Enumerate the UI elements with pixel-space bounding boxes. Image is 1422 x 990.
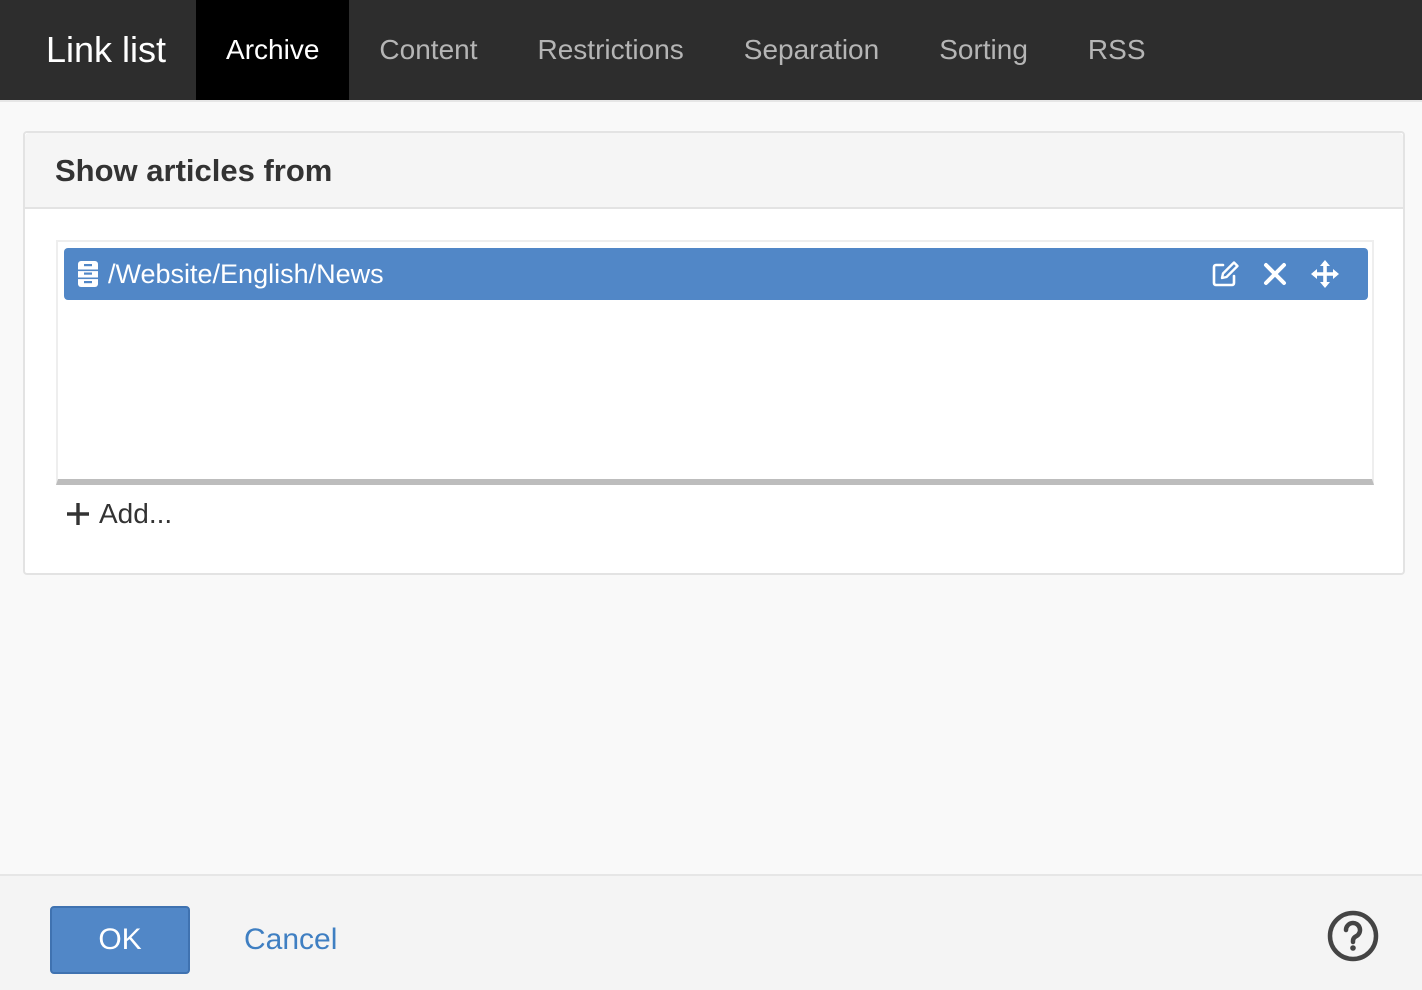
show-articles-panel: Show articles from /Website/English/News	[23, 131, 1405, 575]
archive-cabinet-icon	[68, 248, 108, 300]
edit-icon[interactable]	[1200, 248, 1250, 300]
cancel-button[interactable]: Cancel	[244, 906, 337, 974]
tab-archive[interactable]: Archive	[196, 0, 350, 100]
list-item-path: /Website/English/News	[108, 258, 384, 289]
help-circle-icon[interactable]	[1326, 909, 1380, 963]
move-icon[interactable]	[1300, 248, 1350, 300]
top-navigation-bar: Link list Archive Content Restrictions S…	[0, 0, 1422, 102]
list-item[interactable]: /Website/English/News	[64, 248, 1368, 300]
ok-button[interactable]: OK	[50, 906, 190, 974]
list-item-actions	[1200, 248, 1350, 300]
tab-sorting[interactable]: Sorting	[909, 0, 1058, 100]
tab-separation[interactable]: Separation	[714, 0, 909, 100]
app-title: Link list	[46, 29, 167, 70]
tab-restrictions[interactable]: Restrictions	[508, 0, 714, 100]
add-button[interactable]: Add...	[65, 498, 172, 530]
tab-content[interactable]: Content	[349, 0, 507, 100]
source-list: /Website/English/News	[56, 240, 1374, 485]
add-label: Add...	[99, 498, 173, 529]
dialog-footer: OK Cancel	[0, 874, 1422, 990]
panel-title: Show articles from	[25, 133, 1403, 209]
remove-icon[interactable]	[1250, 248, 1300, 300]
plus-icon	[65, 501, 91, 527]
tab-rss[interactable]: RSS	[1058, 0, 1176, 100]
tab-bar: Archive Content Restrictions Separation …	[196, 0, 1175, 100]
